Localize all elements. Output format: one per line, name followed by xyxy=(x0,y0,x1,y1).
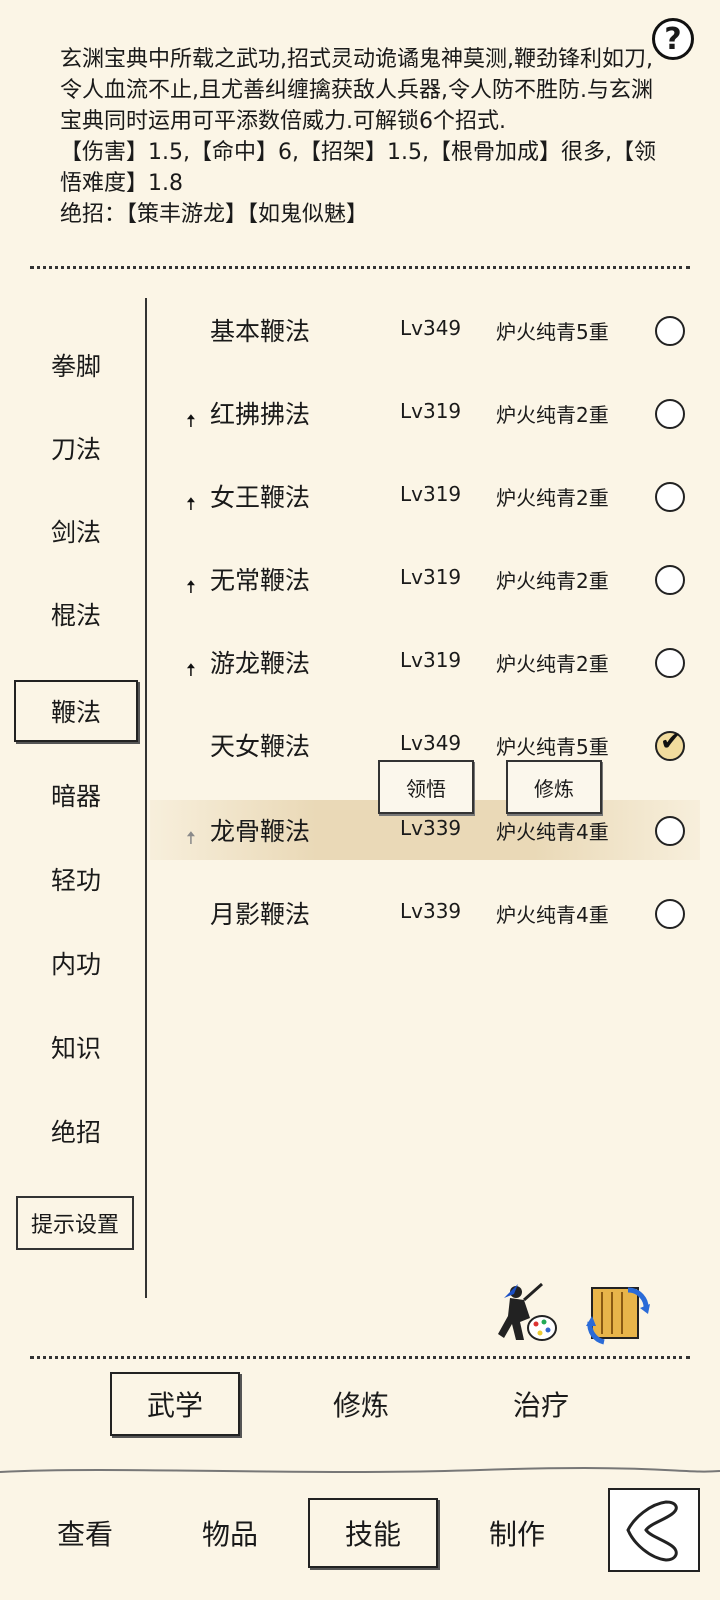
skill-select-radio[interactable] xyxy=(655,399,685,429)
train-button[interactable]: 修炼 xyxy=(506,760,602,814)
upgrade-arrow-icon: 🠅 xyxy=(186,828,196,849)
tab-label: 修炼 xyxy=(332,1389,389,1422)
tabs-divider xyxy=(30,1356,690,1359)
skill-row[interactable]: 🠅 游龙鞭法 Lv319 炉火纯青2重 xyxy=(150,632,700,692)
skill-level: Lv319 xyxy=(400,565,462,589)
skill-row[interactable]: 🠅 女王鞭法 Lv319 炉火纯青2重 xyxy=(150,466,700,526)
tab-martial-arts[interactable]: 武学 xyxy=(110,1372,240,1436)
skill-row[interactable]: 基本鞭法 Lv349 炉火纯青5重 xyxy=(150,300,700,360)
comprehend-button[interactable]: 领悟 xyxy=(378,760,474,814)
category-label: 知识 xyxy=(50,1034,101,1063)
category-item[interactable]: 棍法 xyxy=(14,583,138,645)
category-item-active[interactable]: 鞭法 xyxy=(14,680,138,742)
nav-label: 物品 xyxy=(201,1518,258,1551)
skill-description: 玄渊宝典中所载之武功,招式灵动诡谲鬼神莫测,鞭劲锋利如刀,令人血流不止,且尤善纠… xyxy=(60,44,670,250)
swap-scroll-icon[interactable] xyxy=(584,1278,654,1348)
nav-view[interactable]: 查看 xyxy=(20,1498,150,1568)
category-item[interactable]: 剑法 xyxy=(14,500,138,562)
skill-realm: 炉火纯青2重 xyxy=(496,403,609,427)
upgrade-arrow-icon: 🠅 xyxy=(186,494,196,515)
skill-name: 红拂拂法 xyxy=(210,400,311,429)
help-icon[interactable]: ? xyxy=(652,18,694,60)
description-text: 玄渊宝典中所载之武功,招式灵动诡谲鬼神莫测,鞭劲锋利如刀,令人血流不止,且尤善纠… xyxy=(60,47,653,134)
skill-select-radio[interactable] xyxy=(655,316,685,346)
skill-level: Lv339 xyxy=(400,899,462,923)
tab-label: 武学 xyxy=(146,1389,203,1422)
skill-name: 龙骨鞭法 xyxy=(210,817,311,846)
skill-row[interactable]: 🠅 红拂拂法 Lv319 炉火纯青2重 xyxy=(150,383,700,443)
skill-level: Lv339 xyxy=(400,816,462,840)
skill-select-radio[interactable] xyxy=(655,648,685,678)
tab-training[interactable]: 修炼 xyxy=(296,1372,426,1436)
skill-select-radio[interactable] xyxy=(655,899,685,929)
skill-realm: 炉火纯青2重 xyxy=(496,569,609,593)
category-item[interactable]: 刀法 xyxy=(14,417,138,479)
category-label: 鞭法 xyxy=(50,698,101,727)
skill-name: 游龙鞭法 xyxy=(210,649,311,678)
nav-label: 制作 xyxy=(488,1518,545,1551)
back-button[interactable] xyxy=(608,1488,700,1572)
skill-realm: 炉火纯青5重 xyxy=(496,320,609,344)
category-item[interactable]: 绝招 xyxy=(14,1100,138,1162)
skill-select-radio[interactable] xyxy=(655,482,685,512)
skill-realm: 炉火纯青4重 xyxy=(496,903,609,927)
nav-label: 技能 xyxy=(344,1518,401,1551)
back-icon xyxy=(626,1500,678,1562)
nav-label: 查看 xyxy=(56,1518,113,1551)
category-item[interactable]: 轻功 xyxy=(14,848,138,910)
skill-select-radio[interactable] xyxy=(655,565,685,595)
skill-row[interactable]: 月影鞭法 Lv339 炉火纯青4重 xyxy=(150,883,700,943)
upgrade-arrow-icon: 🠅 xyxy=(186,411,196,432)
upgrade-arrow-icon: 🠅 xyxy=(186,577,196,598)
category-label: 暗器 xyxy=(50,782,101,811)
category-label: 棍法 xyxy=(50,601,101,630)
skill-realm: 炉火纯青2重 xyxy=(496,486,609,510)
skill-level: Lv319 xyxy=(400,399,462,423)
nav-crafting[interactable]: 制作 xyxy=(452,1498,582,1568)
skill-realm: 炉火纯青2重 xyxy=(496,652,609,676)
skill-name: 女王鞭法 xyxy=(210,483,311,512)
nav-skills[interactable]: 技能 xyxy=(308,1498,438,1568)
skill-name: 无常鞭法 xyxy=(210,566,311,595)
description-stats: 【伤害】1.5,【命中】6,【招架】1.5,【根骨加成】很多,【领悟难度】1.8 xyxy=(60,140,656,196)
sidebar-divider xyxy=(145,298,147,1298)
skill-row[interactable]: 🠅 无常鞭法 Lv319 炉火纯青2重 xyxy=(150,549,700,609)
ink-stroke-divider xyxy=(0,1467,720,1473)
skill-select-radio-checked[interactable] xyxy=(655,727,685,761)
skill-name: 月影鞭法 xyxy=(210,900,311,929)
painter-palette-icon[interactable] xyxy=(490,1278,560,1348)
category-label: 内功 xyxy=(50,950,101,979)
category-label: 剑法 xyxy=(50,518,101,547)
skill-level: Lv319 xyxy=(400,648,462,672)
skill-name: 天女鞭法 xyxy=(210,732,311,761)
category-item[interactable]: 暗器 xyxy=(14,764,138,826)
skill-select-radio[interactable] xyxy=(655,816,685,846)
skill-level: Lv349 xyxy=(400,316,462,340)
skill-name: 基本鞭法 xyxy=(210,317,311,346)
tab-healing[interactable]: 治疗 xyxy=(476,1372,606,1436)
category-label: 轻功 xyxy=(50,866,101,895)
category-item[interactable]: 拳脚 xyxy=(14,334,138,396)
description-ultimates: 绝招：【策丰游龙】【如鬼似魅】 xyxy=(60,202,369,227)
top-divider xyxy=(30,266,690,269)
category-label: 刀法 xyxy=(50,435,101,464)
tab-label: 治疗 xyxy=(512,1389,569,1422)
skill-level: Lv349 xyxy=(400,731,462,755)
hint-settings-button[interactable]: 提示设置 xyxy=(16,1196,134,1250)
skill-realm: 炉火纯青5重 xyxy=(496,735,609,759)
category-item[interactable]: 知识 xyxy=(14,1016,138,1078)
category-label: 绝招 xyxy=(50,1118,101,1147)
nav-items[interactable]: 物品 xyxy=(165,1498,295,1568)
category-item[interactable]: 内功 xyxy=(14,932,138,994)
skill-realm: 炉火纯青4重 xyxy=(496,820,609,844)
upgrade-arrow-icon: 🠅 xyxy=(186,660,196,681)
category-label: 拳脚 xyxy=(50,352,101,381)
skill-level: Lv319 xyxy=(400,482,462,506)
